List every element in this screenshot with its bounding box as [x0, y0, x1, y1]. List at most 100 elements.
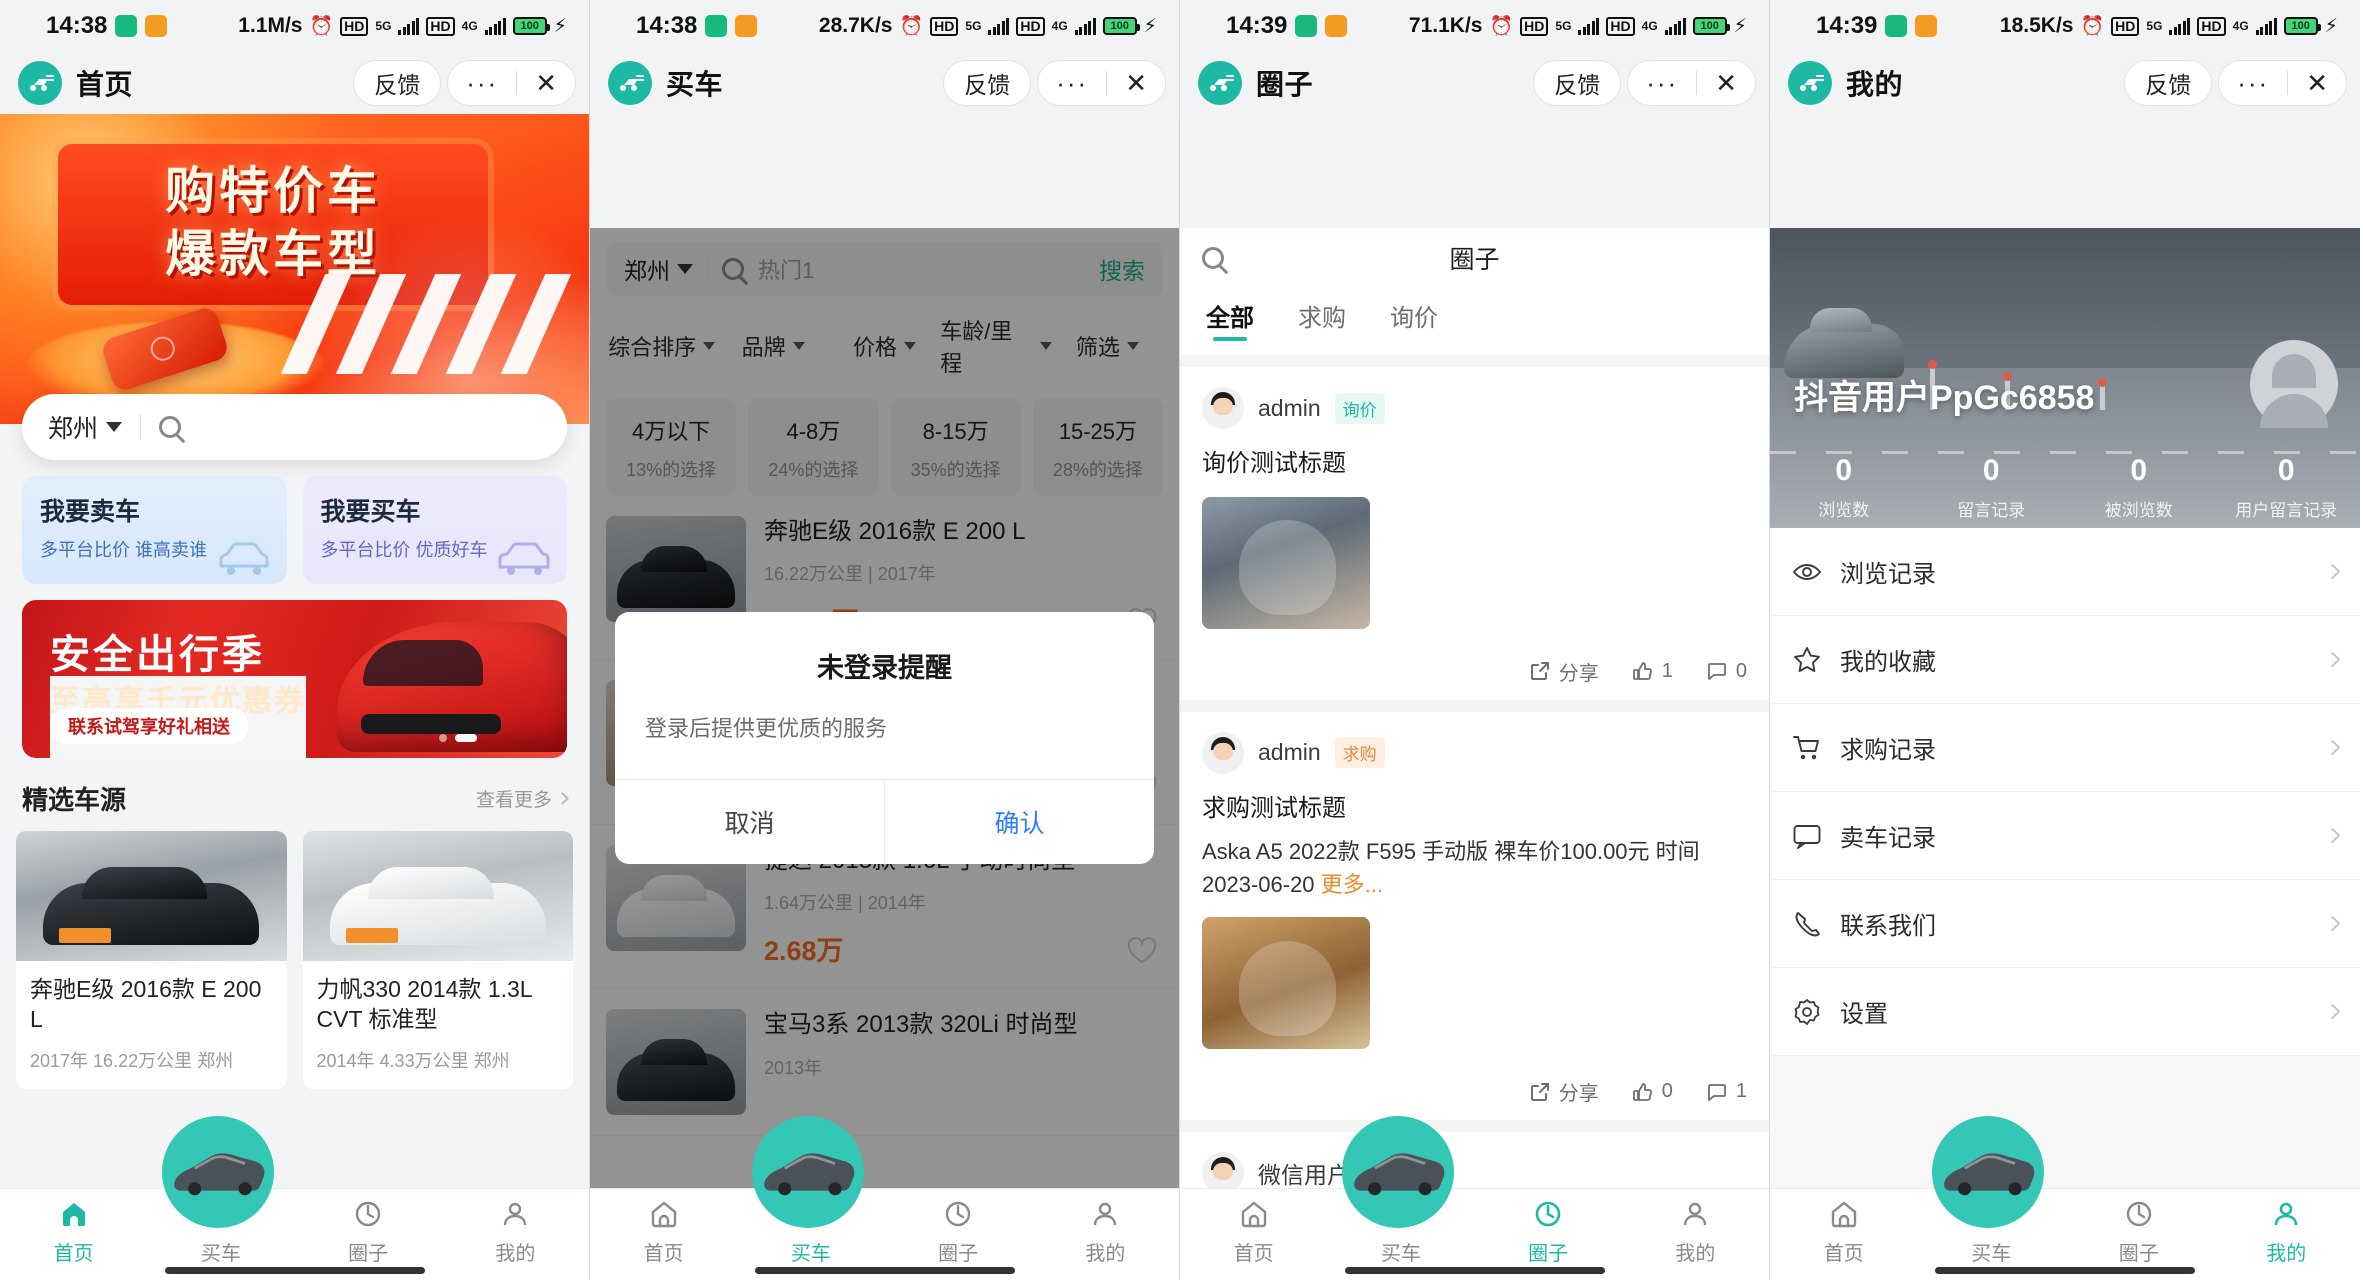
- section-title: 精选车源: [22, 785, 127, 815]
- tab-home[interactable]: 首页: [1180, 1197, 1327, 1266]
- tab-all[interactable]: 全部: [1206, 298, 1254, 341]
- tab-mine[interactable]: 我的: [1032, 1197, 1179, 1266]
- close-icon[interactable]: ✕: [517, 68, 575, 99]
- notification-badge-orange: [145, 15, 168, 37]
- share-button[interactable]: 分享: [1530, 1077, 1599, 1106]
- menu-item-wanted-records[interactable]: 求购记录: [1770, 704, 2360, 792]
- tab-home[interactable]: 首页: [0, 1197, 147, 1266]
- window-controls: ··· ✕: [1038, 61, 1165, 105]
- signal-bars2-icon: [1664, 17, 1686, 35]
- comment-button[interactable]: 1: [1707, 1077, 1747, 1106]
- window-controls: ··· ✕: [1628, 61, 1755, 105]
- more-icon[interactable]: ···: [1038, 70, 1106, 96]
- tab-home[interactable]: 首页: [1770, 1197, 1918, 1266]
- close-icon[interactable]: ✕: [2288, 68, 2346, 99]
- menu-item-browse-history[interactable]: 浏览记录: [1770, 528, 2360, 616]
- menu-label: 联系我们: [1840, 913, 1936, 940]
- tab-circle[interactable]: 圈子: [2065, 1197, 2213, 1266]
- close-icon[interactable]: ✕: [1107, 68, 1165, 99]
- car-meta: 2017年 16.22万公里 郑州: [30, 1050, 234, 1071]
- share-button[interactable]: 分享: [1530, 657, 1599, 686]
- comment-count: 0: [1735, 659, 1747, 682]
- featured-cards: 奔驰E级 2016款 E 200 L 2017年 16.22万公里 郑州 力帆3…: [0, 831, 589, 1089]
- home-body: 购特价车 爆款车型 郑州 我要卖车 多平台比价 谁高卖谁 我要买车 多平台比价 …: [0, 114, 589, 1280]
- cancel-button[interactable]: 取消: [615, 780, 885, 864]
- chevron-right-icon: [2324, 563, 2341, 580]
- buy-car-entry[interactable]: 我要买车 多平台比价 优质好车: [302, 476, 567, 584]
- hero-banner[interactable]: 购特价车 爆款车型: [0, 114, 589, 424]
- stat-item[interactable]: 0 浏览数: [1770, 454, 1918, 521]
- status-bar: 14:38 1.1M/s ⏰ HD 5G HD 4G 100 ⚡: [0, 0, 589, 52]
- page-title: 首页: [76, 69, 134, 100]
- charging-icon: ⚡: [1733, 15, 1747, 37]
- tab-mine[interactable]: 我的: [2213, 1197, 2361, 1266]
- status-bar: 14:38 28.7K/s ⏰ HD 5G HD 4G 100 ⚡: [590, 0, 1179, 52]
- more-icon[interactable]: ···: [1628, 70, 1696, 96]
- post-image[interactable]: [1202, 496, 1370, 629]
- menu-item-favorites[interactable]: 我的收藏: [1770, 616, 2360, 704]
- like-count: 0: [1661, 1080, 1673, 1103]
- avatar[interactable]: [2250, 340, 2338, 428]
- title-bar: 圈子 反馈 ··· ✕: [1180, 52, 1769, 114]
- post-image[interactable]: [1202, 917, 1370, 1050]
- titlebar-actions: 反馈 ··· ✕: [2125, 61, 2346, 105]
- tab-inquiry[interactable]: 询价: [1390, 298, 1438, 341]
- home-search-bar[interactable]: 郑州: [22, 394, 567, 460]
- status-left: 14:39: [1226, 12, 1348, 40]
- comment-button[interactable]: 0: [1707, 657, 1747, 686]
- stat-item[interactable]: 0 被浏览数: [2065, 454, 2213, 521]
- network-speed: 1.1M/s: [238, 14, 303, 37]
- hero-arrows-decor: [259, 264, 579, 394]
- dialog-message: 登录后提供更优质的服务: [645, 716, 888, 741]
- close-icon[interactable]: ✕: [1697, 68, 1755, 99]
- menu-item-contact-us[interactable]: 联系我们: [1770, 880, 2360, 968]
- car-card[interactable]: 奔驰E级 2016款 E 200 L 2017年 16.22万公里 郑州: [16, 831, 287, 1089]
- home-icon: [1829, 1197, 1859, 1231]
- feedback-button[interactable]: 反馈: [354, 61, 441, 105]
- car-card[interactable]: 力帆330 2014款 1.3L CVT 标准型 2014年 4.33万公里 郑…: [302, 831, 573, 1089]
- view-more-link[interactable]: 查看更多: [476, 785, 569, 812]
- entry-title: 我要卖车: [40, 498, 141, 526]
- confirm-button[interactable]: 确认: [885, 780, 1154, 864]
- title-bar: 买车 反馈 ··· ✕: [590, 52, 1179, 114]
- feedback-button[interactable]: 反馈: [2125, 61, 2212, 105]
- stat-item[interactable]: 0 用户留言记录: [2213, 454, 2361, 521]
- status-time: 14:38: [636, 12, 698, 39]
- post-header: admin 求购: [1202, 731, 1747, 774]
- post-item[interactable]: admin 询价 询价测试标题 分享 1 0: [1180, 367, 1769, 700]
- menu-item-sell-records[interactable]: 卖车记录: [1770, 792, 2360, 880]
- sell-car-entry[interactable]: 我要卖车 多平台比价 谁高卖谁: [22, 476, 287, 584]
- tab-mine[interactable]: 我的: [1622, 1197, 1769, 1266]
- post-item[interactable]: admin 求购 求购测试标题 Aska A5 2022款 F595 手动版 裸…: [1180, 711, 1769, 1121]
- tab-label: 买车: [200, 1243, 241, 1265]
- phone-icon: [1792, 909, 1822, 939]
- tab-circle[interactable]: 圈子: [885, 1197, 1032, 1266]
- tab-wanted[interactable]: 求购: [1298, 298, 1346, 341]
- status-time: 14:39: [1816, 12, 1878, 39]
- stat-item[interactable]: 0 留言记录: [1918, 454, 2066, 521]
- network-speed: 28.7K/s: [818, 14, 893, 37]
- status-right: 71.1K/s ⏰ HD 5G HD 4G 100 ⚡: [1409, 14, 1747, 38]
- tab-circle[interactable]: 圈子: [1475, 1197, 1622, 1266]
- promo-button[interactable]: 联系试驾享好礼相送: [50, 708, 248, 744]
- home-indicator: [1344, 1267, 1605, 1274]
- more-icon[interactable]: ···: [2219, 70, 2287, 96]
- tab-mine[interactable]: 我的: [442, 1197, 589, 1266]
- more-icon[interactable]: ···: [448, 70, 516, 96]
- tab-label: 我的: [2266, 1243, 2307, 1265]
- chevron-right-icon: [2324, 1003, 2341, 1020]
- tab-circle[interactable]: 圈子: [295, 1197, 442, 1266]
- like-button[interactable]: 0: [1632, 1077, 1673, 1106]
- chat-icon: [1792, 821, 1822, 851]
- city-selector[interactable]: 郑州: [48, 409, 123, 445]
- person-icon: [1680, 1197, 1710, 1231]
- promo-banner[interactable]: 安全出行季 至高享千元优惠券 联系试驾享好礼相送: [22, 600, 567, 758]
- like-button[interactable]: 1: [1632, 657, 1673, 686]
- feedback-button[interactable]: 反馈: [944, 61, 1031, 105]
- tab-home[interactable]: 首页: [590, 1197, 737, 1266]
- network-speed: 71.1K/s: [1408, 14, 1483, 37]
- menu-item-settings[interactable]: 设置: [1770, 968, 2360, 1056]
- search-icon[interactable]: [159, 416, 182, 438]
- feedback-button[interactable]: 反馈: [1534, 61, 1621, 105]
- post-more-link[interactable]: 更多...: [1321, 872, 1383, 897]
